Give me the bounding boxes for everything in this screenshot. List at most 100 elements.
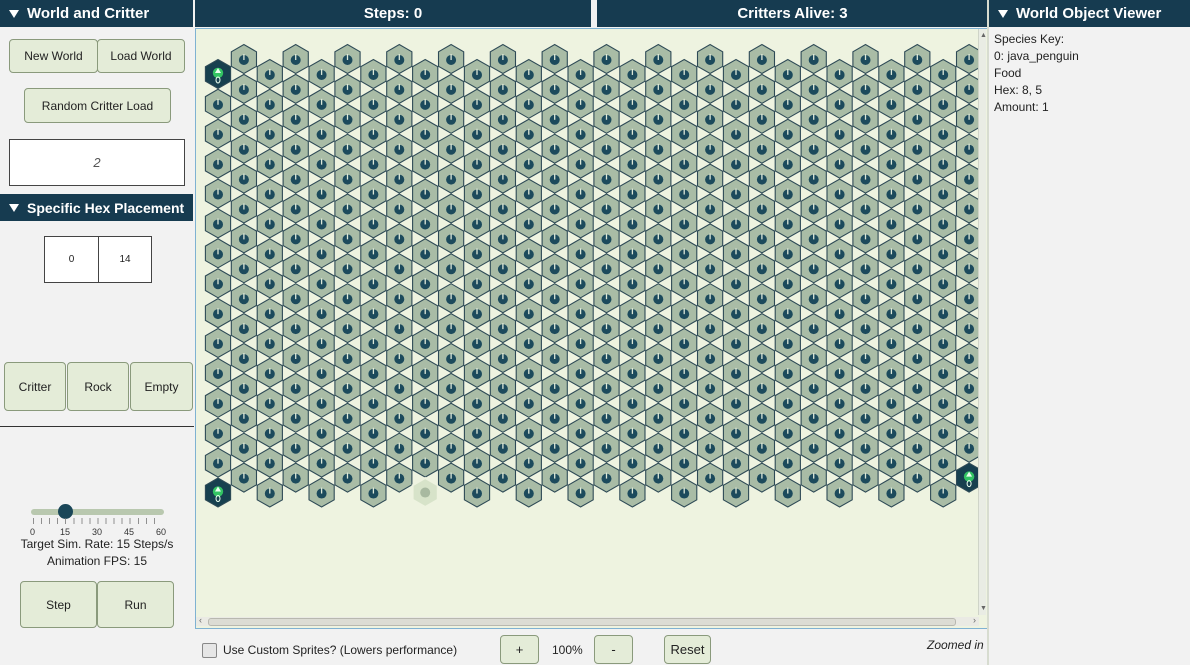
- hex-cell[interactable]: [334, 462, 361, 493]
- hex-cell[interactable]: [748, 283, 776, 314]
- zoom-out-button[interactable]: -: [594, 635, 633, 664]
- reset-zoom-button[interactable]: Reset: [664, 635, 711, 664]
- hex-cell[interactable]: [930, 238, 957, 269]
- hex-cell[interactable]: [489, 312, 517, 344]
- hex-cell[interactable]: [671, 327, 698, 359]
- hex-cell[interactable]: [412, 178, 439, 209]
- hex-cell[interactable]: [774, 118, 801, 149]
- hex-cell[interactable]: [930, 208, 957, 239]
- hex-cell[interactable]: [204, 357, 232, 389]
- hex-cell[interactable]: [619, 238, 646, 269]
- hex-cell[interactable]: [748, 73, 776, 105]
- hex-cell[interactable]: [722, 447, 750, 478]
- hex-cell[interactable]: [437, 372, 465, 404]
- hex-cell[interactable]: [437, 133, 465, 164]
- hex-cell[interactable]: [515, 118, 542, 149]
- load-world-button[interactable]: Load World: [97, 39, 185, 73]
- hex-cell[interactable]: [671, 58, 698, 90]
- hex-cell[interactable]: [204, 477, 232, 508]
- hex-cell[interactable]: [360, 238, 387, 269]
- hex-cell[interactable]: [722, 148, 750, 179]
- hex-cell[interactable]: [748, 43, 776, 75]
- hex-cell[interactable]: [593, 163, 620, 194]
- hex-cell[interactable]: [593, 253, 620, 284]
- hex-cell[interactable]: [800, 253, 827, 284]
- hex-cell[interactable]: [800, 372, 827, 404]
- hex-cell[interactable]: [230, 283, 258, 314]
- hex-cell[interactable]: [826, 268, 853, 299]
- hex-cell[interactable]: [619, 118, 646, 149]
- hex-cell[interactable]: [748, 133, 776, 164]
- hex-cell[interactable]: [878, 238, 905, 269]
- hex-cell[interactable]: [463, 477, 491, 508]
- hex-cell[interactable]: [904, 253, 931, 284]
- scroll-right-arrow-icon[interactable]: ›: [973, 615, 976, 625]
- hex-cell[interactable]: [463, 268, 491, 299]
- hex-cell[interactable]: [774, 58, 801, 90]
- hex-cell[interactable]: [852, 432, 879, 463]
- hex-cell[interactable]: [930, 327, 957, 359]
- hex-cell[interactable]: [696, 73, 724, 105]
- hex-cell[interactable]: [722, 297, 750, 329]
- hex-cell[interactable]: [567, 327, 594, 359]
- hex-cell[interactable]: [930, 58, 957, 90]
- hex-cell[interactable]: [774, 447, 801, 478]
- hex-cell[interactable]: [826, 238, 853, 269]
- run-button[interactable]: Run: [97, 581, 174, 628]
- hex-cell[interactable]: [463, 238, 491, 269]
- hex-cell[interactable]: [308, 417, 335, 448]
- hex-cell[interactable]: [308, 268, 335, 299]
- hex-cell[interactable]: [930, 417, 957, 448]
- hex-cell[interactable]: [878, 268, 905, 299]
- zoom-in-button[interactable]: +: [500, 635, 539, 664]
- hex-cell[interactable]: [360, 327, 387, 359]
- hex-cell[interactable]: [671, 88, 698, 119]
- hex-cell[interactable]: [567, 387, 594, 418]
- hex-cell[interactable]: [334, 223, 361, 254]
- hex-cell[interactable]: [489, 432, 517, 463]
- hex-cell[interactable]: [541, 163, 568, 194]
- hex-cell[interactable]: [386, 73, 413, 105]
- hex-cell[interactable]: [437, 312, 465, 344]
- hex-cell[interactable]: [826, 88, 853, 119]
- hex-cell[interactable]: [826, 417, 853, 448]
- hex-cell[interactable]: [230, 402, 258, 433]
- hex-cell[interactable]: [541, 372, 568, 404]
- hex-cell[interactable]: [878, 118, 905, 149]
- hex-cell[interactable]: [204, 208, 232, 239]
- hex-cell[interactable]: [774, 88, 801, 119]
- hex-cell[interactable]: [774, 238, 801, 269]
- hex-cell[interactable]: [930, 118, 957, 149]
- hex-cell[interactable]: [282, 312, 309, 344]
- hex-cell[interactable]: [567, 178, 594, 209]
- hex-cell[interactable]: [722, 327, 750, 359]
- hex-cell[interactable]: [412, 208, 439, 239]
- hex-cell[interactable]: [619, 357, 646, 389]
- hex-cell[interactable]: [930, 357, 957, 389]
- hex-cell[interactable]: [334, 312, 361, 344]
- hex-cell[interactable]: [593, 462, 620, 493]
- hex-cell[interactable]: [308, 58, 335, 90]
- hex-cell[interactable]: [515, 268, 542, 299]
- hex-cell[interactable]: [515, 88, 542, 119]
- hex-cell[interactable]: [696, 432, 724, 463]
- hex-cell[interactable]: [904, 283, 931, 314]
- hex-cell[interactable]: [645, 432, 672, 463]
- hex-cell[interactable]: [463, 178, 491, 209]
- hex-cell[interactable]: [878, 178, 905, 209]
- hex-cell[interactable]: [567, 477, 594, 508]
- hex-cell[interactable]: [412, 327, 439, 359]
- hex-cell[interactable]: [437, 283, 465, 314]
- hex-cell[interactable]: [722, 417, 750, 448]
- hex-cell[interactable]: [282, 193, 309, 224]
- hex-cell[interactable]: [826, 208, 853, 239]
- hex-cell[interactable]: [593, 432, 620, 463]
- hex-cell[interactable]: [230, 342, 258, 374]
- hex-cell[interactable]: [619, 297, 646, 329]
- hex-cell[interactable]: [800, 73, 827, 105]
- empty-button[interactable]: Empty: [130, 362, 193, 411]
- hex-cell[interactable]: [774, 268, 801, 299]
- hex-cell[interactable]: [671, 297, 698, 329]
- hex-cell[interactable]: [878, 148, 905, 179]
- hex-cell[interactable]: [412, 148, 439, 179]
